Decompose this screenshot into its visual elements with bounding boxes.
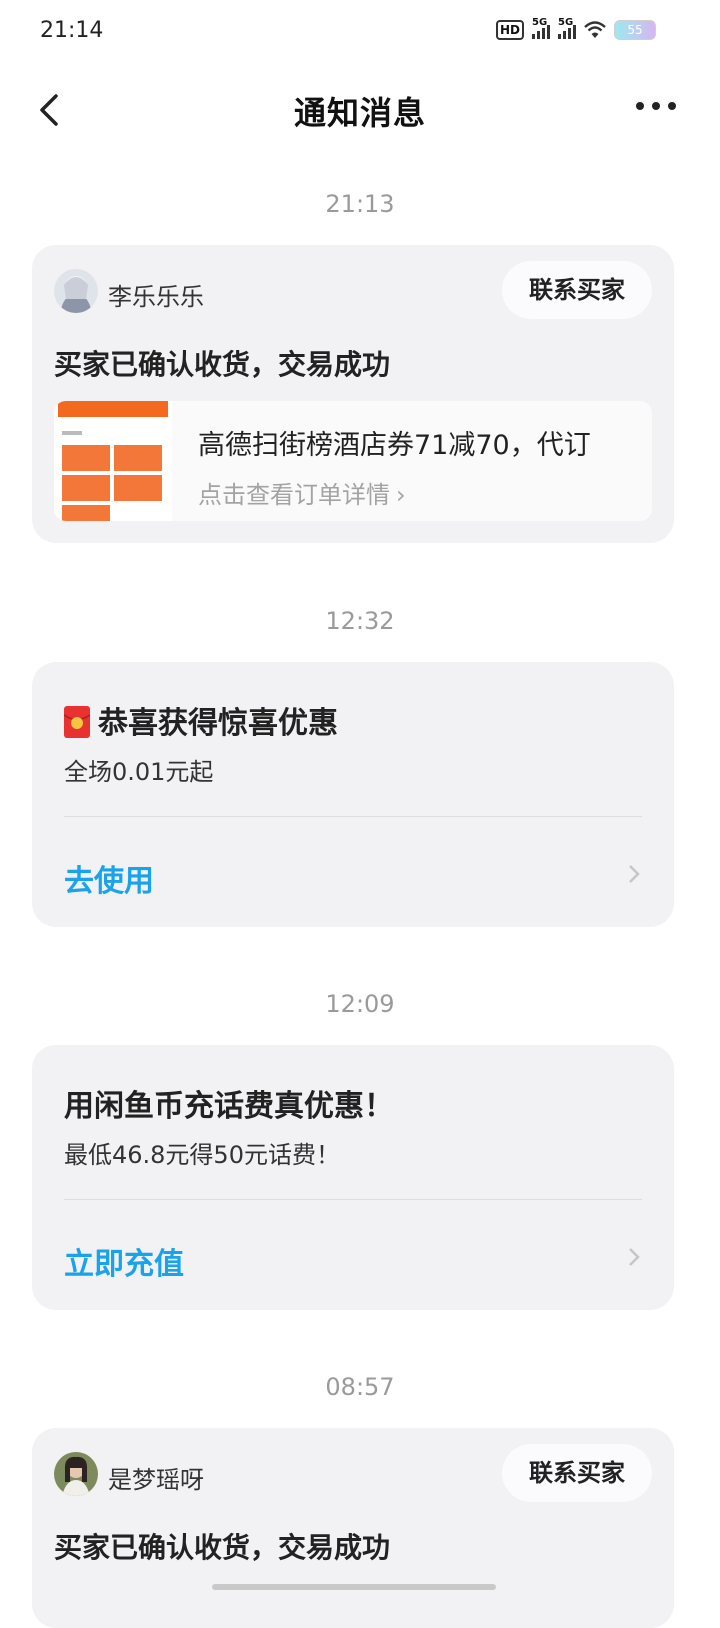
contact-buyer-button[interactable]: 联系买家 [502, 261, 652, 319]
promo-subtitle: 最低46.8元得50元话费！ [64, 1141, 340, 1169]
status-bar: 21:14 HD 5G 5G 55 [0, 0, 720, 64]
chevron-right-icon: › [396, 481, 406, 509]
recharge-link[interactable]: 立即充值 [64, 1239, 184, 1283]
order-title: 高德扫街榜酒店券71减70，代订 [198, 430, 591, 461]
nav-bar: 通知消息 [0, 64, 720, 156]
more-options-icon[interactable] [636, 102, 676, 110]
order-thumbnail [54, 401, 172, 521]
sender-name: 李乐乐乐 [108, 283, 204, 311]
order-summary[interactable]: 高德扫街榜酒店券71减70，代订 点击查看订单详情 › [54, 401, 652, 521]
contact-buyer-button[interactable]: 联系买家 [502, 1444, 652, 1502]
promo-subtitle: 全场0.01元起 [64, 758, 214, 786]
red-envelope-icon [63, 706, 91, 738]
battery-icon: 55 [614, 20, 656, 40]
order-notification-card: 李乐乐乐 联系买家 买家已确认收货，交易成功 高德扫街榜酒店券71减70，代订 … [32, 245, 674, 543]
message-time: 08:57 [325, 1373, 395, 1401]
wifi-icon [584, 21, 606, 38]
page-title: 通知消息 [293, 94, 426, 132]
sender-name: 是梦瑶呀 [108, 1466, 204, 1494]
message-time: 21:13 [325, 190, 395, 218]
hd-icon: HD [495, 20, 524, 40]
status-icons: HD 5G 5G 55 [495, 17, 656, 40]
chevron-right-icon[interactable] [626, 864, 642, 884]
divider [64, 816, 642, 817]
promo-title: 恭喜获得惊喜优惠 [63, 698, 338, 742]
status-time: 21:14 [40, 18, 104, 43]
home-indicator[interactable] [212, 1584, 496, 1590]
promo-title: 用闲鱼币充话费真优惠！ [64, 1089, 394, 1124]
message-time: 12:32 [325, 607, 395, 635]
use-coupon-link[interactable]: 去使用 [64, 856, 154, 900]
order-notification-card: 是梦瑶呀 联系买家 买家已确认收货，交易成功 [32, 1428, 674, 1628]
order-detail-link[interactable]: 点击查看订单详情 › [198, 475, 406, 510]
chevron-right-icon[interactable] [626, 1247, 642, 1267]
signal-icon-2: 5G [558, 17, 576, 39]
message-time: 12:09 [325, 990, 395, 1018]
avatar[interactable] [54, 1452, 98, 1496]
notification-title: 买家已确认收货，交易成功 [54, 348, 391, 381]
notification-title: 买家已确认收货，交易成功 [54, 1531, 391, 1564]
avatar[interactable] [54, 269, 98, 313]
promo-card: 恭喜获得惊喜优惠 全场0.01元起 去使用 [32, 662, 674, 927]
divider [64, 1199, 642, 1200]
promo-card: 用闲鱼币充话费真优惠！ 最低46.8元得50元话费！ 立即充值 [32, 1045, 674, 1310]
signal-icon-1: 5G [532, 17, 550, 39]
